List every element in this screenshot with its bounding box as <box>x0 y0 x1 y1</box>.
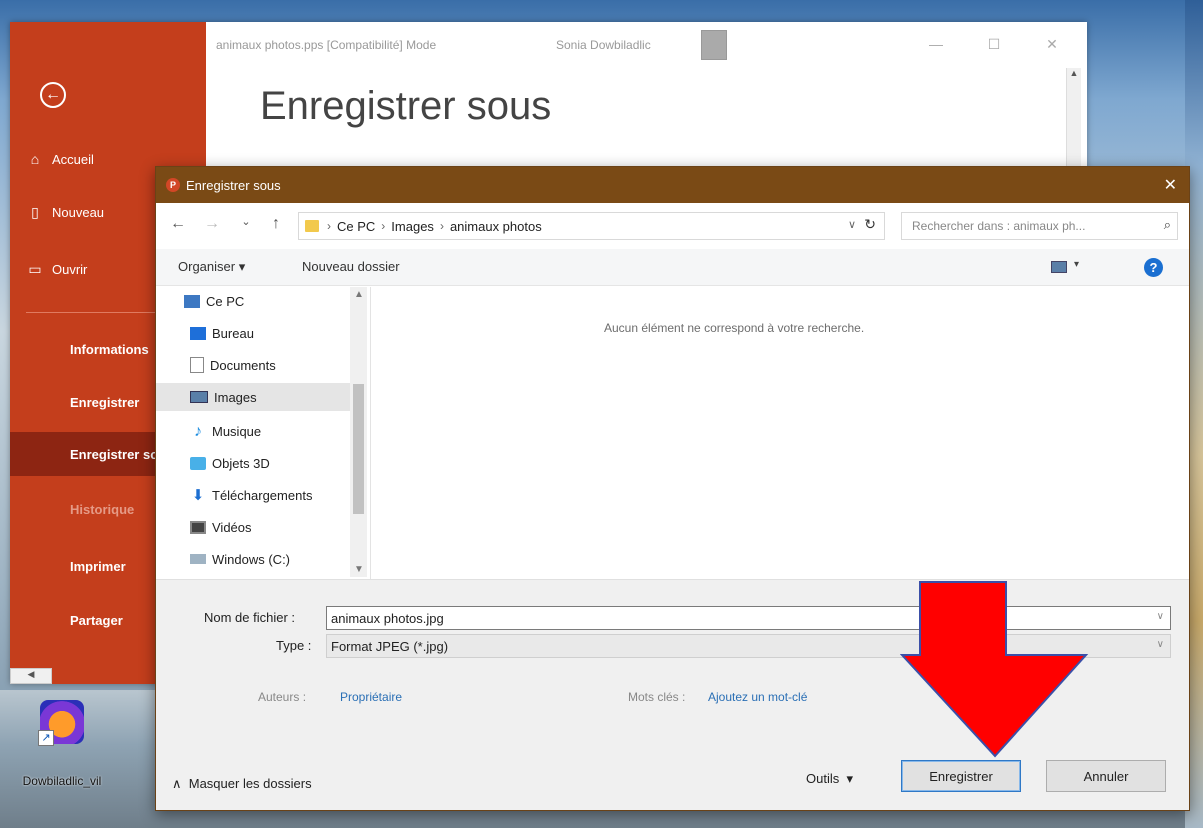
organize-button[interactable]: Organiser ▾ <box>178 259 245 275</box>
scroll-up-icon[interactable]: ▲ <box>354 289 364 300</box>
3d-objects-icon <box>190 456 206 470</box>
forward-icon[interactable]: → <box>202 215 222 233</box>
videos-icon <box>190 520 206 534</box>
scroll-down-icon[interactable]: ▼ <box>354 564 364 575</box>
tree-scrollbar[interactable]: ▲ ▼ <box>350 287 367 577</box>
avatar[interactable] <box>701 30 727 60</box>
scrollbar-thumb[interactable] <box>353 384 364 514</box>
home-icon: ⌂ <box>30 151 40 167</box>
chevron-right-icon: › <box>439 219 444 233</box>
file-type-value: Format JPEG (*.jpg) <box>331 638 449 654</box>
tree-item-musique[interactable]: ♪ Musique <box>190 417 355 445</box>
red-down-arrow-icon <box>900 581 1089 758</box>
save-button[interactable]: Enregistrer <box>901 760 1021 792</box>
type-label: Type : <box>276 638 312 653</box>
tree-item-telechargements[interactable]: ⬇ Téléchargements <box>190 481 355 509</box>
new-doc-icon: ▯ <box>31 203 39 220</box>
user-name: Sonia Dowbiladlic <box>556 38 651 52</box>
navigation-bar: ← → ⌄ ↑ › Ce PC › Images › animaux photo… <box>156 203 1189 247</box>
dialog-close-icon[interactable]: ✕ <box>1164 175 1177 195</box>
tree-item-objets-3d[interactable]: Objets 3D <box>190 449 355 477</box>
horizontal-scroll-left-icon[interactable]: ◀ <box>10 668 52 684</box>
back-icon[interactable]: ← <box>168 215 188 233</box>
ppt-titlebar: animaux photos.pps [Compatibilité] Mode … <box>206 22 1087 70</box>
cancel-button[interactable]: Annuler <box>1046 760 1166 792</box>
tools-dropdown[interactable]: Outils ▾ <box>806 771 853 787</box>
desktop-shortcut[interactable]: ↗ Dowbiladlic_vil <box>12 700 112 810</box>
up-folder-icon[interactable]: ↑ <box>266 215 286 233</box>
folder-icon <box>305 220 319 232</box>
breadcrumb-images[interactable]: Images <box>391 219 434 234</box>
empty-message: Aucun élément ne correspond à votre rech… <box>604 321 865 335</box>
powerpoint-icon: P <box>166 178 180 192</box>
download-icon: ⬇ <box>191 486 205 504</box>
breadcrumb-animaux-photos[interactable]: animaux photos <box>450 219 542 234</box>
desktop-icon <box>190 326 206 340</box>
tree-item-images[interactable]: Images <box>156 383 351 411</box>
window-title: animaux photos.pps [Compatibilité] Mode <box>216 38 437 52</box>
authors-label: Auteurs : <box>258 690 307 704</box>
chevron-down-icon[interactable]: ∨ <box>1157 639 1164 650</box>
tree-item-bureau[interactable]: Bureau <box>190 319 355 347</box>
documents-icon <box>190 357 204 373</box>
tags-label: Mots clés : <box>628 690 686 704</box>
scroll-up-icon[interactable]: ▲ <box>1067 68 1081 78</box>
minimize-icon[interactable]: — <box>926 34 946 54</box>
dialog-title: Enregistrer sous <box>186 177 281 193</box>
search-input[interactable]: Rechercher dans : animaux ph... ⌕ <box>901 212 1178 240</box>
computer-icon <box>184 294 200 308</box>
dialog-toolbar: Organiser ▾ Nouveau dossier ▾ ? <box>156 249 1189 286</box>
recent-locations-icon[interactable]: ⌄ <box>236 215 256 228</box>
firefox-icon: ↗ <box>38 700 84 746</box>
pictures-icon <box>190 391 208 403</box>
hide-folders-toggle[interactable]: ∧ Masquer les dossiers <box>172 776 312 792</box>
back-arrow-icon[interactable]: ← <box>40 82 66 108</box>
tree-item-windows-c[interactable]: Windows (C:) <box>190 545 355 573</box>
music-icon: ♪ <box>194 422 202 440</box>
shortcut-arrow-icon: ↗ <box>38 730 54 746</box>
authors-value[interactable]: Propriétaire <box>340 690 402 704</box>
view-dropdown-icon[interactable]: ▾ <box>1074 259 1079 270</box>
breadcrumb-ce-pc[interactable]: Ce PC <box>337 219 375 234</box>
chevron-right-icon: › <box>381 219 386 233</box>
chevron-up-icon: ∧ <box>172 776 182 791</box>
view-options-icon[interactable] <box>1051 261 1067 273</box>
chevron-down-icon[interactable]: ∨ <box>1157 611 1164 622</box>
search-placeholder: Rechercher dans : animaux ph... <box>912 219 1086 233</box>
maximize-icon[interactable]: ☐ <box>984 34 1004 54</box>
tree-item-ce-pc[interactable]: Ce PC <box>184 287 349 315</box>
dialog-titlebar: P Enregistrer sous ✕ <box>156 167 1189 203</box>
close-icon[interactable]: ✕ <box>1042 34 1062 54</box>
file-list[interactable]: Aucun élément ne correspond à votre rech… <box>372 287 1189 579</box>
tree-item-documents[interactable]: Documents <box>190 351 355 379</box>
tags-input[interactable]: Ajoutez un mot-clé <box>708 690 807 704</box>
address-bar[interactable]: › Ce PC › Images › animaux photos ∨ ↻ <box>298 212 885 240</box>
navigation-pane: Ce PC Bureau Documents Images ♪ Musique O… <box>156 287 371 579</box>
chevron-right-icon: › <box>327 219 331 233</box>
new-folder-button[interactable]: Nouveau dossier <box>302 259 400 274</box>
page-title: Enregistrer sous <box>260 84 552 128</box>
filename-value: animaux photos.jpg <box>331 610 444 626</box>
chevron-down-icon[interactable]: ∨ <box>848 218 856 231</box>
search-icon[interactable]: ⌕ <box>1164 217 1171 233</box>
folder-open-icon: ▭ <box>28 260 42 277</box>
annotation-arrow <box>900 581 1089 758</box>
help-icon[interactable]: ? <box>1144 258 1163 277</box>
ppt-scrollbar[interactable]: ▲ <box>1066 68 1081 168</box>
desktop-shortcut-label: Dowbiladlic_vil <box>22 774 102 788</box>
filename-label: Nom de fichier : <box>204 610 296 625</box>
refresh-icon[interactable]: ↻ <box>864 216 876 233</box>
drive-icon <box>190 554 206 564</box>
tree-item-videos[interactable]: Vidéos <box>190 513 355 541</box>
